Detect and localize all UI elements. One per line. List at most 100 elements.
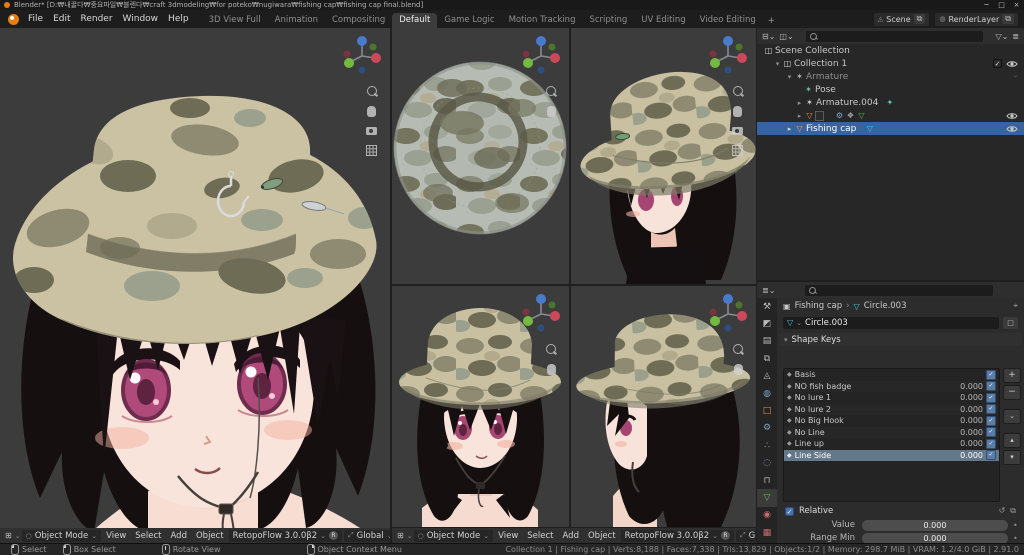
disclosure-icon[interactable]: ▸ [785, 125, 794, 133]
mode-selector[interactable]: ○ Object Mode ⌄ [413, 529, 494, 542]
disclosure-icon[interactable]: ▾ [785, 73, 794, 81]
menu-add[interactable]: Add [167, 531, 191, 541]
transform-orientation-selector[interactable]: ⤢ Global ⌄ [344, 529, 390, 542]
add-shape-key-button[interactable]: + [1003, 368, 1021, 383]
retopoflow-menu[interactable]: RetopoFlow 3.0.0β2 ⌄ R [620, 529, 734, 542]
visibility-eye-icon[interactable] [1006, 60, 1018, 68]
menu-view[interactable]: View [102, 531, 130, 541]
outliner-search-input[interactable] [805, 30, 984, 42]
outliner-row-mesh-object[interactable]: ▸ ▽ ⚙ ❖ ▽ [757, 109, 1024, 122]
outliner-funnel-icon[interactable]: ▽⌄ [995, 32, 1008, 41]
visibility-eye-icon[interactable] [1006, 125, 1018, 133]
disclosure-icon[interactable]: ▾ [773, 60, 782, 68]
shape-key-value[interactable]: 0.000 [947, 405, 983, 414]
shape-key-row-no-fish-badge[interactable]: ◆ NO fish badge 0.000 ✓ [784, 380, 999, 392]
zoom-icon[interactable] [732, 86, 743, 96]
outliner-row-scene-collection[interactable]: ◫ Scene Collection [757, 44, 1024, 57]
tab-world[interactable]: ◍ [757, 385, 777, 402]
menu-edit[interactable]: Edit [48, 14, 75, 24]
visibility-eye-icon[interactable] [1006, 112, 1018, 120]
menu-render[interactable]: Render [76, 14, 118, 24]
tab-motion-tracking[interactable]: Motion Tracking [502, 13, 583, 28]
transform-orientation-selector[interactable]: ⤢ Global ⌄ [736, 529, 756, 542]
shape-key-value[interactable]: 0.000 [947, 428, 983, 437]
tab-3d-view-full[interactable]: 3D View Full [202, 13, 268, 28]
tab-uv-editing[interactable]: UV Editing [634, 13, 692, 28]
shape-key-value[interactable]: 0.000 [947, 416, 983, 425]
tab-particles[interactable]: ∴ [757, 437, 777, 454]
tab-scripting[interactable]: Scripting [582, 13, 634, 28]
outliner-row-fishing-cap[interactable]: ▸ ▽ Fishing cap ▽ [757, 122, 1024, 135]
close-button[interactable]: × [1009, 1, 1024, 9]
properties-search-input[interactable] [805, 284, 993, 296]
outliner-row-armature-004[interactable]: ▸ ✶ Armature.004 ✦ [757, 96, 1024, 109]
shape-key-value[interactable]: 0.000 [947, 451, 983, 460]
tab-video-editing[interactable]: Video Editing [693, 13, 763, 28]
pan-hand-icon[interactable] [546, 106, 556, 117]
mode-selector[interactable]: ○ Object Mode ⌄ [21, 529, 102, 542]
relative-checkbox[interactable]: ✓ [785, 506, 794, 516]
viewport-main[interactable] [0, 28, 390, 528]
scene-selector[interactable]: ◬ Scene ⧉ [873, 12, 930, 26]
browse-renderlayer-icon[interactable]: ⧉ [1002, 14, 1014, 24]
breadcrumb-object[interactable]: Fishing cap [795, 301, 843, 311]
tab-game-logic[interactable]: Game Logic [437, 13, 501, 28]
shape-key-checkbox[interactable]: ✓ [986, 404, 996, 415]
shape-key-checkbox[interactable]: ✓ [986, 369, 996, 380]
keyframe-dot-icon[interactable]: • [1013, 521, 1018, 530]
zoom-icon[interactable] [546, 86, 556, 96]
zoom-icon[interactable] [366, 86, 377, 96]
menu-select[interactable]: Select [523, 531, 557, 541]
tab-texture[interactable]: ▦ [757, 524, 777, 541]
pan-hand-icon[interactable] [733, 106, 742, 117]
menu-select[interactable]: Select [131, 531, 165, 541]
pan-hand-icon[interactable] [367, 106, 376, 117]
range-min-slider[interactable]: 0.000 [862, 532, 1008, 543]
shape-key-checkbox[interactable]: ✓ [986, 427, 996, 438]
viewport-perspective[interactable] [571, 28, 756, 284]
navigation-gizmo[interactable] [340, 34, 384, 78]
tab-compositing[interactable]: Compositing [325, 13, 392, 28]
disclosure-icon[interactable]: ▸ [795, 99, 804, 107]
outliner-row-collection-1[interactable]: ▾ ◫ Collection 1 ✓ [757, 57, 1024, 70]
shape-key-row-no-lure-1[interactable]: ◆ No lure 1 0.000 ✓ [784, 392, 999, 404]
toggle-ortho-icon[interactable] [732, 145, 743, 156]
shape-key-checkbox[interactable]: ✓ [986, 438, 996, 449]
tab-scene[interactable]: ◬ [757, 368, 777, 385]
keyframe-dot-icon[interactable]: • [1013, 534, 1018, 543]
tab-tool[interactable]: ⚒ [757, 298, 777, 315]
navigation-gizmo[interactable] [519, 34, 563, 78]
tab-object[interactable]: □ [757, 402, 777, 419]
tab-view-layer[interactable]: ⧉ [757, 350, 777, 367]
menu-object[interactable]: Object [584, 531, 620, 541]
pin-icon[interactable]: ⌖ [1013, 301, 1018, 311]
shape-key-row-line-side[interactable]: ◆ Line Side 0.000 ✓ [784, 449, 999, 461]
add-workspace-button[interactable]: + [763, 14, 780, 28]
properties-editor-icon[interactable]: ≣⌄ [762, 286, 775, 295]
reset-icon[interactable]: ↺ [999, 506, 1006, 516]
shape-key-row-no-line[interactable]: ◆ No Line 0.000 ✓ [784, 426, 999, 438]
viewport-top[interactable] [392, 28, 569, 284]
shape-key-checkbox[interactable]: ✓ [986, 415, 996, 426]
tab-default[interactable]: Default [392, 13, 438, 28]
minimize-button[interactable]: ─ [979, 1, 994, 9]
editor-type-dropdown-icon[interactable]: ⌄ [15, 532, 21, 540]
camera-view-icon[interactable] [366, 127, 377, 135]
shape-key-specials-button[interactable]: ⌄ [1003, 409, 1021, 424]
tab-object-data[interactable]: ▽ [757, 489, 777, 507]
shape-key-checkbox[interactable]: ✓ [986, 450, 996, 461]
viewport-side[interactable] [571, 286, 756, 527]
move-up-button[interactable]: ▴ [1003, 433, 1021, 448]
viewport-front[interactable] [392, 286, 569, 527]
copy-icon[interactable]: ⧉ [1010, 506, 1016, 516]
fake-user-shield-button[interactable]: □ [1003, 316, 1018, 329]
shape-key-checkbox[interactable]: ✓ [986, 381, 996, 392]
tab-modifiers[interactable]: ⚙ [757, 420, 777, 437]
editor-type-icon[interactable]: ⊞ [395, 531, 406, 540]
shape-key-row-no-lure-2[interactable]: ◆ No lure 2 0.000 ✓ [784, 403, 999, 415]
outliner-row-pose[interactable]: ✶ Pose [757, 83, 1024, 96]
remove-shape-key-button[interactable]: − [1003, 385, 1021, 400]
tab-constraints[interactable]: ⊓ [757, 472, 777, 489]
renderlayer-selector[interactable]: ◍ RenderLayer ⧉ [935, 12, 1018, 26]
tab-output[interactable]: ▤ [757, 333, 777, 350]
